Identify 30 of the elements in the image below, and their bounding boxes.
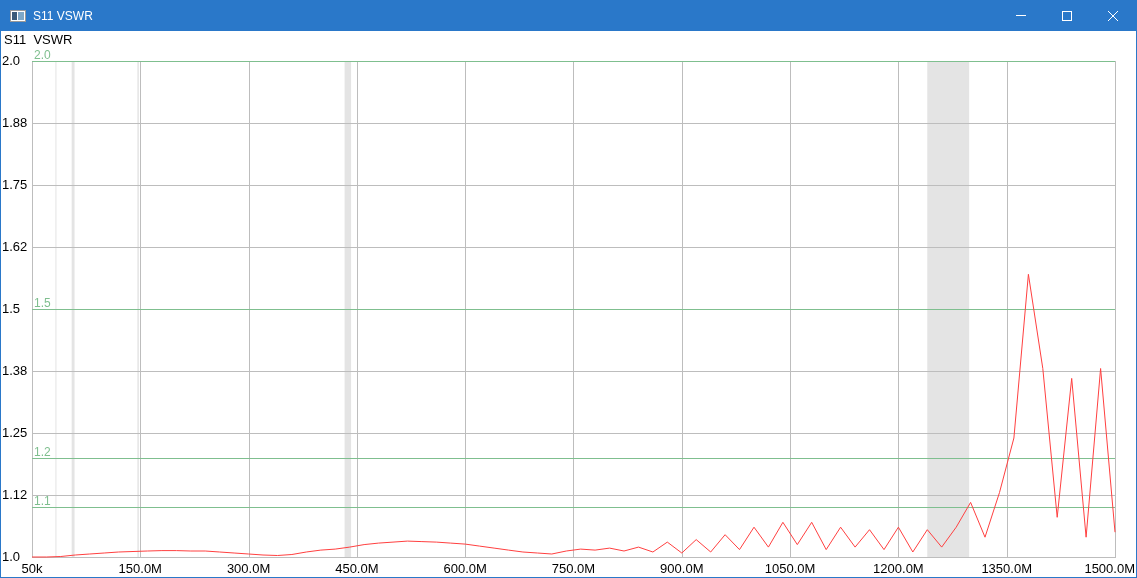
reference-label: 1.5: [34, 295, 51, 310]
y-axis-label: 1.5: [2, 301, 21, 316]
maximize-icon: [1062, 10, 1072, 21]
reference-label: 2.0: [34, 47, 51, 62]
y-axis-label: 1.0: [2, 549, 21, 564]
x-axis-label: 750.0M: [551, 561, 596, 576]
x-axis-label: 1350.0M: [981, 561, 1032, 576]
x-axis-label: 1500.0M: [1084, 561, 1135, 576]
y-axis-label: 1.38: [2, 363, 28, 378]
reference-label: 1.2: [34, 444, 51, 459]
y-axis-label: 1.75: [2, 177, 28, 192]
x-axis-label: 150.0M: [118, 561, 162, 576]
minimize-icon: [1016, 15, 1026, 16]
x-axis-label: 1050.0M: [764, 561, 816, 576]
reference-label: 1.1: [34, 493, 51, 508]
x-axis-label: 300.0M: [226, 561, 271, 576]
chart-title: S11 VSWR: [4, 33, 73, 46]
y-axis-label: 2.0: [2, 53, 21, 68]
close-icon: [1108, 10, 1118, 21]
y-axis-label: 1.12: [2, 487, 28, 502]
y-axis-label: 1.62: [2, 239, 28, 254]
app-icon: [10, 9, 26, 22]
x-axis-label: 50k: [21, 561, 43, 576]
y-axis-label: 1.88: [2, 115, 28, 130]
window-title: S11 VSWR: [33, 7, 93, 25]
y-axis-label: 1.25: [2, 425, 28, 440]
x-axis-label: 1200.0M: [873, 561, 924, 576]
x-axis-label: 450.0M: [335, 561, 379, 576]
x-axis-label: 600.0M: [443, 561, 487, 576]
x-axis-label: 900.0M: [660, 561, 704, 576]
